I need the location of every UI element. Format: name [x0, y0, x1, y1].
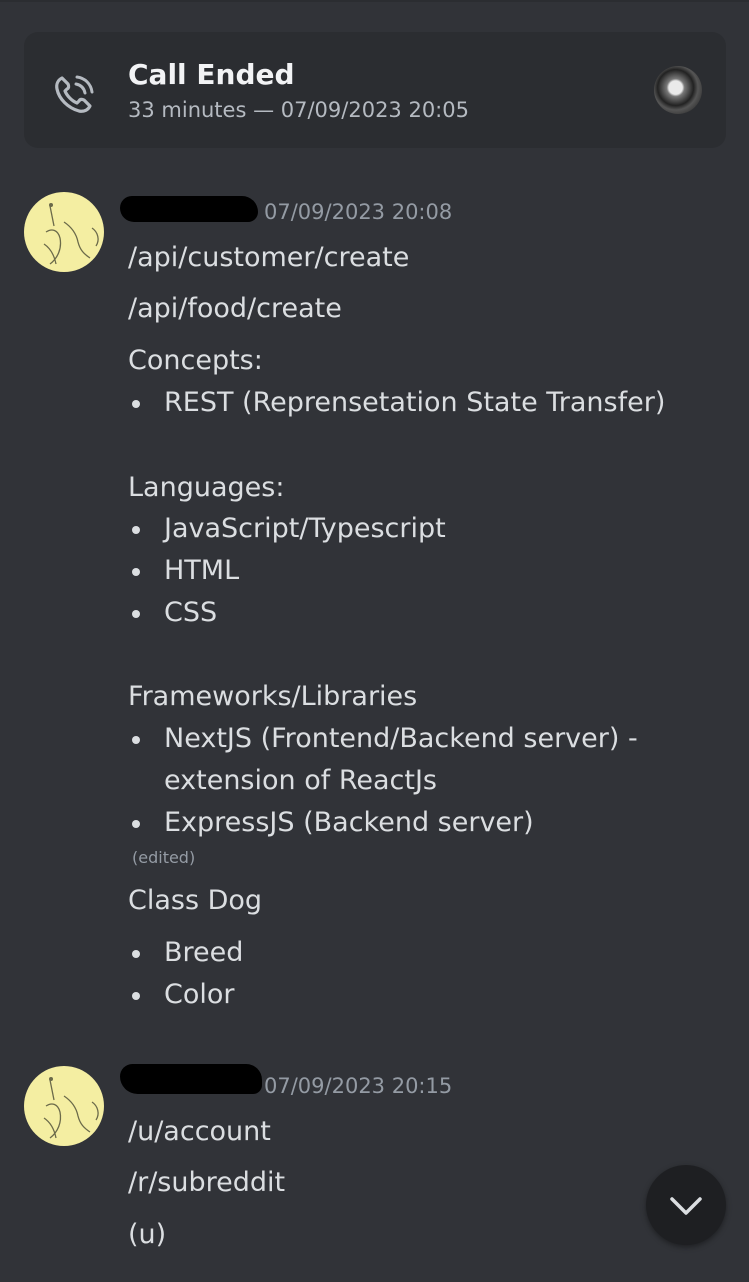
avatar[interactable]	[24, 1066, 104, 1146]
message-timestamp: 07/09/2023 20:15	[264, 1074, 453, 1098]
top-divider	[0, 0, 749, 2]
phone-call-icon	[55, 75, 94, 113]
list-item: CSS	[164, 597, 218, 628]
bullet-dot	[132, 992, 140, 1000]
scroll-to-bottom-button[interactable]	[646, 1165, 726, 1245]
message-line: /r/subreddit	[128, 1167, 286, 1198]
bullet-dot	[132, 568, 140, 576]
hands-illustration-icon	[43, 203, 99, 265]
call-duration: 33 minutes — 07/09/2023 20:05	[128, 98, 469, 122]
message-line: /api/customer/create	[128, 242, 410, 273]
list-item: ExpressJS (Backend server)	[164, 807, 534, 838]
list-item: REST (Reprensetation State Transfer)	[164, 387, 666, 418]
redacted-username	[120, 196, 258, 222]
message-timestamp: 07/09/2023 20:08	[264, 200, 453, 224]
list-item: HTML	[164, 555, 240, 586]
bullet-dot	[132, 736, 140, 744]
bullet-dot	[132, 610, 140, 618]
message-line: (u)	[128, 1219, 167, 1250]
chevron-down-icon	[670, 1197, 702, 1215]
list-item: Breed	[164, 937, 244, 968]
list-item: Color	[164, 979, 235, 1010]
list-item: NextJS (Frontend/Backend server) -	[164, 723, 638, 754]
message-line: Class Dog	[128, 885, 263, 916]
message-line: /u/account	[128, 1116, 271, 1147]
message-line: Frameworks/Libraries	[128, 681, 418, 712]
edited-label: (edited)	[132, 848, 196, 867]
hands-illustration-icon	[43, 1077, 99, 1139]
list-item-continued: extension of ReactJs	[164, 765, 437, 796]
bullet-dot	[132, 950, 140, 958]
bullet-dot	[132, 820, 140, 828]
redacted-username	[120, 1064, 262, 1094]
message-line: Languages:	[128, 472, 285, 503]
bullet-dot	[132, 526, 140, 534]
message-line: Concepts:	[128, 345, 263, 376]
message-line: /api/food/create	[128, 293, 342, 324]
bullet-dot	[132, 400, 140, 408]
list-item: JavaScript/Typescript	[164, 513, 446, 544]
call-title: Call Ended	[128, 58, 295, 91]
avatar[interactable]	[24, 192, 104, 272]
participant-avatar[interactable]	[654, 66, 702, 114]
